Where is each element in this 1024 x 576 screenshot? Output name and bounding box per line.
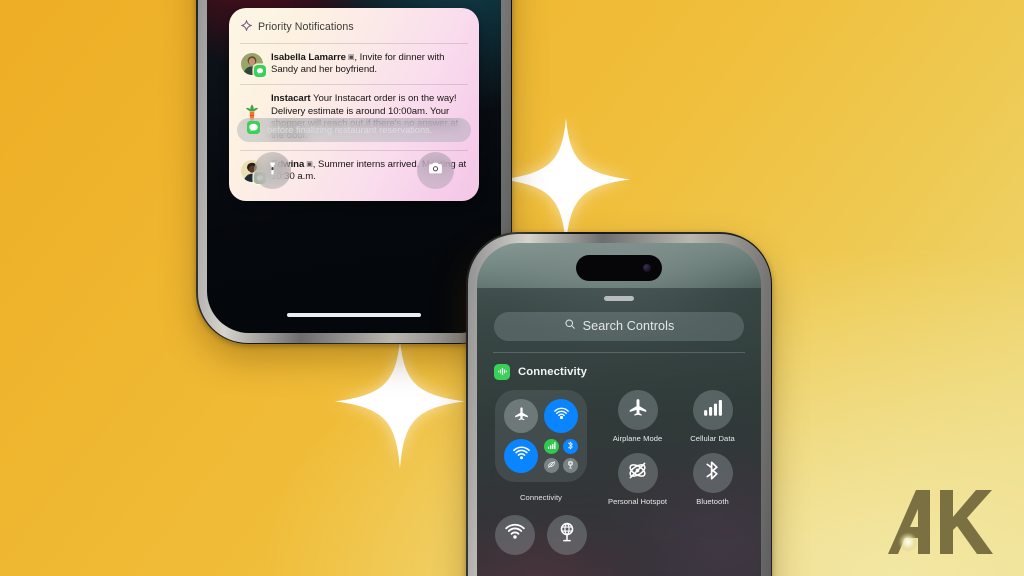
sheet-grabber[interactable] (604, 296, 634, 301)
cellular-data-mini-toggle[interactable] (544, 437, 559, 455)
flashlight-button[interactable] (254, 152, 291, 189)
flashlight-icon (265, 161, 280, 181)
stacked-notification-text: before finalizing restaurant reservation… (267, 125, 433, 135)
airplane-mode-tile[interactable]: Airplane Mode (607, 389, 668, 443)
home-indicator[interactable] (287, 312, 421, 317)
personal-hotspot-tile[interactable]: Personal Hotspot (607, 452, 668, 506)
cellular-data-tile[interactable]: Cellular Data (682, 389, 743, 443)
wifi-tile[interactable] (495, 514, 535, 555)
control-tiles: Airplane Mode Cellular Data Personal Hot… (607, 389, 743, 506)
airplane-icon (627, 396, 649, 423)
priority-notifications-header: Priority Notifications (239, 16, 468, 43)
mini-toggles (544, 437, 578, 474)
airplane-icon (513, 405, 530, 427)
front-camera-icon (643, 264, 651, 272)
ak-watermark-logo (880, 484, 1000, 558)
camera-icon (427, 160, 444, 182)
vpn-globe-icon (556, 521, 578, 548)
app-badge-icon (247, 121, 260, 139)
lock-screen: Priority Notifications Isabella Lamarre … (207, 0, 501, 333)
control-tiles-bottom-row (495, 514, 743, 555)
bluetooth-icon (702, 460, 723, 486)
messages-glyph: ▣ (304, 161, 313, 169)
sparkle-bottom-left (335, 338, 465, 470)
connectivity-group-label: Connectivity (518, 365, 587, 378)
airplane-mode-button[interactable] (617, 389, 658, 430)
control-center-sheet: Search Controls Connectivity Connectivit… (477, 288, 761, 576)
right-phone-control-center: Search Controls Connectivity Connectivit… (466, 232, 772, 576)
stacked-notification[interactable]: before finalizing restaurant reservation… (237, 118, 471, 142)
cellular-data-label: Cellular Data (690, 433, 735, 443)
personal-hotspot-label: Personal Hotspot (607, 496, 668, 506)
wifi-toggle[interactable] (504, 438, 538, 473)
sparkle-top-right (500, 118, 632, 246)
priority-notifications-title: Priority Notifications (258, 21, 354, 33)
divider (493, 351, 745, 353)
notification-sender: Isabella Lamarre (271, 52, 346, 63)
personal-hotspot-mini-toggle[interactable] (544, 456, 559, 474)
bluetooth-tile[interactable]: Bluetooth (682, 452, 743, 506)
wifi-icon (512, 444, 531, 468)
connectivity-icon (494, 363, 510, 380)
notification-row[interactable]: Isabella Lamarre ▣, Invite for dinner wi… (240, 43, 468, 84)
messages-glyph: ▣ (345, 54, 355, 61)
search-icon (564, 317, 576, 335)
cellular-data-button[interactable] (692, 389, 733, 430)
cellular-bars-icon (547, 437, 556, 455)
wifi-button[interactable] (495, 514, 535, 555)
hotspot-off-icon (547, 456, 556, 474)
connectivity-module[interactable] (495, 389, 587, 482)
bluetooth-button[interactable] (692, 452, 733, 493)
vpn-tile[interactable] (547, 514, 587, 555)
notification-text: Isabella Lamarre ▣, Invite for dinner wi… (271, 52, 445, 76)
control-center-screen: Search Controls Connectivity Connectivit… (477, 243, 761, 576)
apple-intelligence-icon (239, 18, 254, 36)
wifi-icon (504, 521, 526, 548)
dynamic-island (576, 255, 662, 281)
connectivity-group-header: Connectivity (494, 363, 761, 380)
notification-sender: Instacart (271, 93, 311, 105)
airdrop-icon (552, 404, 571, 428)
bottom-row-slot (495, 514, 587, 555)
search-controls-input[interactable]: Search Controls (494, 311, 744, 341)
personal-hotspot-button[interactable] (617, 452, 658, 493)
cellular-bars-icon (702, 397, 723, 423)
bluetooth-label: Bluetooth (696, 496, 729, 506)
bluetooth-mini-toggle[interactable] (563, 437, 578, 455)
vpn-button[interactable] (547, 514, 587, 555)
bluetooth-icon (566, 437, 575, 455)
messages-icon (254, 65, 266, 77)
airplane-mode-toggle[interactable] (504, 398, 538, 433)
controls-grid: Connectivity Airplane Mode Cellular Data… (495, 389, 743, 506)
vpn-globe-icon (566, 456, 575, 474)
airdrop-toggle[interactable] (544, 398, 578, 433)
left-phone-lock-screen: Priority Notifications Isabella Lamarre … (196, 0, 512, 344)
vpn-mini-toggle[interactable] (563, 456, 578, 474)
avatar (241, 53, 266, 77)
connectivity-module-column: Connectivity (495, 389, 587, 506)
camera-button[interactable] (417, 152, 454, 189)
airplane-mode-label: Airplane Mode (612, 433, 663, 443)
hotspot-off-icon (626, 459, 649, 487)
search-placeholder: Search Controls (582, 319, 675, 333)
connectivity-module-caption: Connectivity (520, 492, 562, 502)
